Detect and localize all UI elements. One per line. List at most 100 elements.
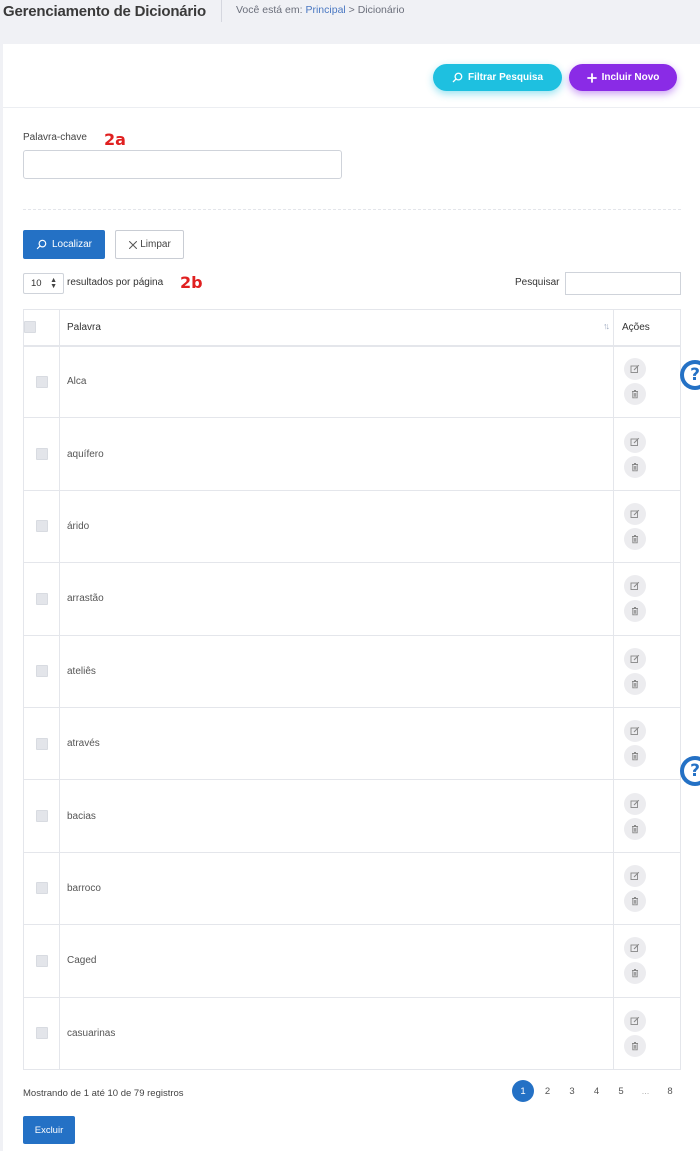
page-title: Gerenciamento de Dicionário (3, 3, 206, 20)
row-check-cell (23, 344, 60, 419)
filter-search-label: Filtrar Pesquisa (467, 72, 544, 83)
table-row: casuarinas (23, 996, 681, 1070)
table-row: aquífero (23, 417, 681, 491)
delete-button[interactable] (624, 889, 646, 912)
row-actions (613, 634, 681, 708)
row-checkbox[interactable] (35, 520, 48, 533)
row-check-cell (23, 851, 60, 926)
table-row: bacias (23, 779, 681, 853)
page-1-button[interactable]: 1 (512, 1080, 534, 1102)
table-row: ateliês (23, 634, 681, 708)
delete-button[interactable] (624, 962, 646, 985)
row-actions (613, 996, 681, 1070)
page-size-select[interactable]: 10 ▲ ▼ (23, 273, 64, 294)
page-5-button[interactable]: 5 (610, 1080, 632, 1102)
select-all-checkbox[interactable] (24, 321, 36, 334)
page-8-button[interactable]: 8 (659, 1080, 681, 1102)
edit-button[interactable] (624, 937, 646, 960)
row-checkbox[interactable] (35, 448, 48, 461)
table-row: árido (23, 489, 681, 564)
edit-button[interactable] (624, 502, 646, 525)
row-word: Alca (59, 344, 614, 419)
delete-button[interactable] (624, 672, 646, 695)
clear-button[interactable]: Limpar (115, 230, 184, 259)
row-checkbox[interactable] (35, 737, 48, 750)
row-check-cell (23, 924, 60, 998)
edit-button[interactable] (624, 1009, 646, 1032)
trash-icon (632, 1041, 638, 1050)
row-word: arrastão (59, 562, 614, 636)
trash-icon (632, 969, 638, 978)
delete-button[interactable] (624, 600, 646, 623)
delete-button[interactable] (624, 817, 646, 840)
edit-button[interactable] (624, 792, 646, 815)
trash-icon (632, 607, 638, 616)
localizar-label: Localizar (51, 239, 93, 250)
trash-icon (632, 390, 638, 399)
title-divider (221, 0, 222, 22)
row-word: bacias (59, 779, 614, 853)
page-4-button[interactable]: 4 (586, 1080, 608, 1102)
row-actions (613, 344, 681, 419)
trash-icon (632, 535, 638, 544)
plus-icon (586, 72, 597, 83)
row-actions (613, 489, 681, 564)
delete-button[interactable] (624, 745, 646, 768)
page-size-suffix: resultados por página (67, 277, 164, 288)
keyword-input[interactable] (23, 150, 342, 179)
row-actions (613, 562, 681, 636)
row-checkbox[interactable] (35, 375, 48, 388)
section-divider (23, 209, 681, 210)
table-row: barroco (23, 851, 681, 926)
row-checkbox[interactable] (35, 592, 48, 605)
row-word: Caged (59, 924, 614, 998)
table-search-input[interactable] (565, 272, 681, 295)
annotation-2b: 2b (180, 273, 203, 292)
add-new-button[interactable]: Incluir Novo (569, 64, 677, 91)
delete-button[interactable] (624, 1034, 646, 1057)
trash-icon (632, 824, 638, 833)
page-2-button[interactable]: 2 (537, 1080, 559, 1102)
search-icon (452, 72, 463, 83)
annotation-2a: 2a (104, 130, 126, 149)
localizar-button[interactable]: Localizar (23, 230, 105, 259)
sort-icon: ↑↓ (603, 321, 610, 331)
row-checkbox[interactable] (35, 1027, 48, 1040)
edit-button[interactable] (624, 864, 646, 887)
row-check-cell (23, 489, 60, 564)
trash-icon (632, 462, 638, 471)
select-all-cell (23, 309, 60, 347)
row-actions (613, 851, 681, 926)
delete-button[interactable] (624, 455, 646, 478)
page-3-button[interactable]: 3 (561, 1080, 583, 1102)
row-checkbox[interactable] (35, 882, 48, 895)
close-icon (129, 240, 138, 249)
column-header-palavra[interactable]: Palavra ↑↓ (59, 309, 614, 347)
delete-button[interactable] (624, 383, 646, 406)
row-checkbox[interactable] (35, 954, 48, 967)
edit-button[interactable] (624, 575, 646, 598)
row-checkbox[interactable] (35, 665, 48, 678)
edit-icon (630, 509, 640, 518)
edit-icon (630, 437, 640, 446)
delete-button[interactable] (624, 527, 646, 550)
trash-icon (632, 679, 638, 688)
edit-button[interactable] (624, 430, 646, 453)
edit-button[interactable] (624, 647, 646, 670)
table-search-label: Pesquisar (515, 277, 560, 288)
edit-icon (630, 582, 640, 591)
row-checkbox[interactable] (35, 810, 48, 823)
edit-button[interactable] (624, 720, 646, 743)
edit-button[interactable] (624, 358, 646, 381)
row-actions (613, 417, 681, 491)
words-table: Palavra ↑↓ Ações Alca aquífero árido arr… (23, 309, 681, 1070)
row-check-cell (23, 634, 60, 708)
help-icon: ? (684, 760, 700, 782)
delete-selected-button[interactable]: Excluir (23, 1116, 75, 1144)
keyword-label: Palavra-chave (23, 132, 87, 143)
breadcrumb-link-principal[interactable]: Principal (305, 4, 345, 16)
table-row: através (23, 706, 681, 781)
card-header: Filtrar Pesquisa Incluir Novo (3, 44, 700, 108)
breadcrumb-separator: > (345, 4, 358, 16)
filter-search-button[interactable]: Filtrar Pesquisa (433, 64, 562, 91)
